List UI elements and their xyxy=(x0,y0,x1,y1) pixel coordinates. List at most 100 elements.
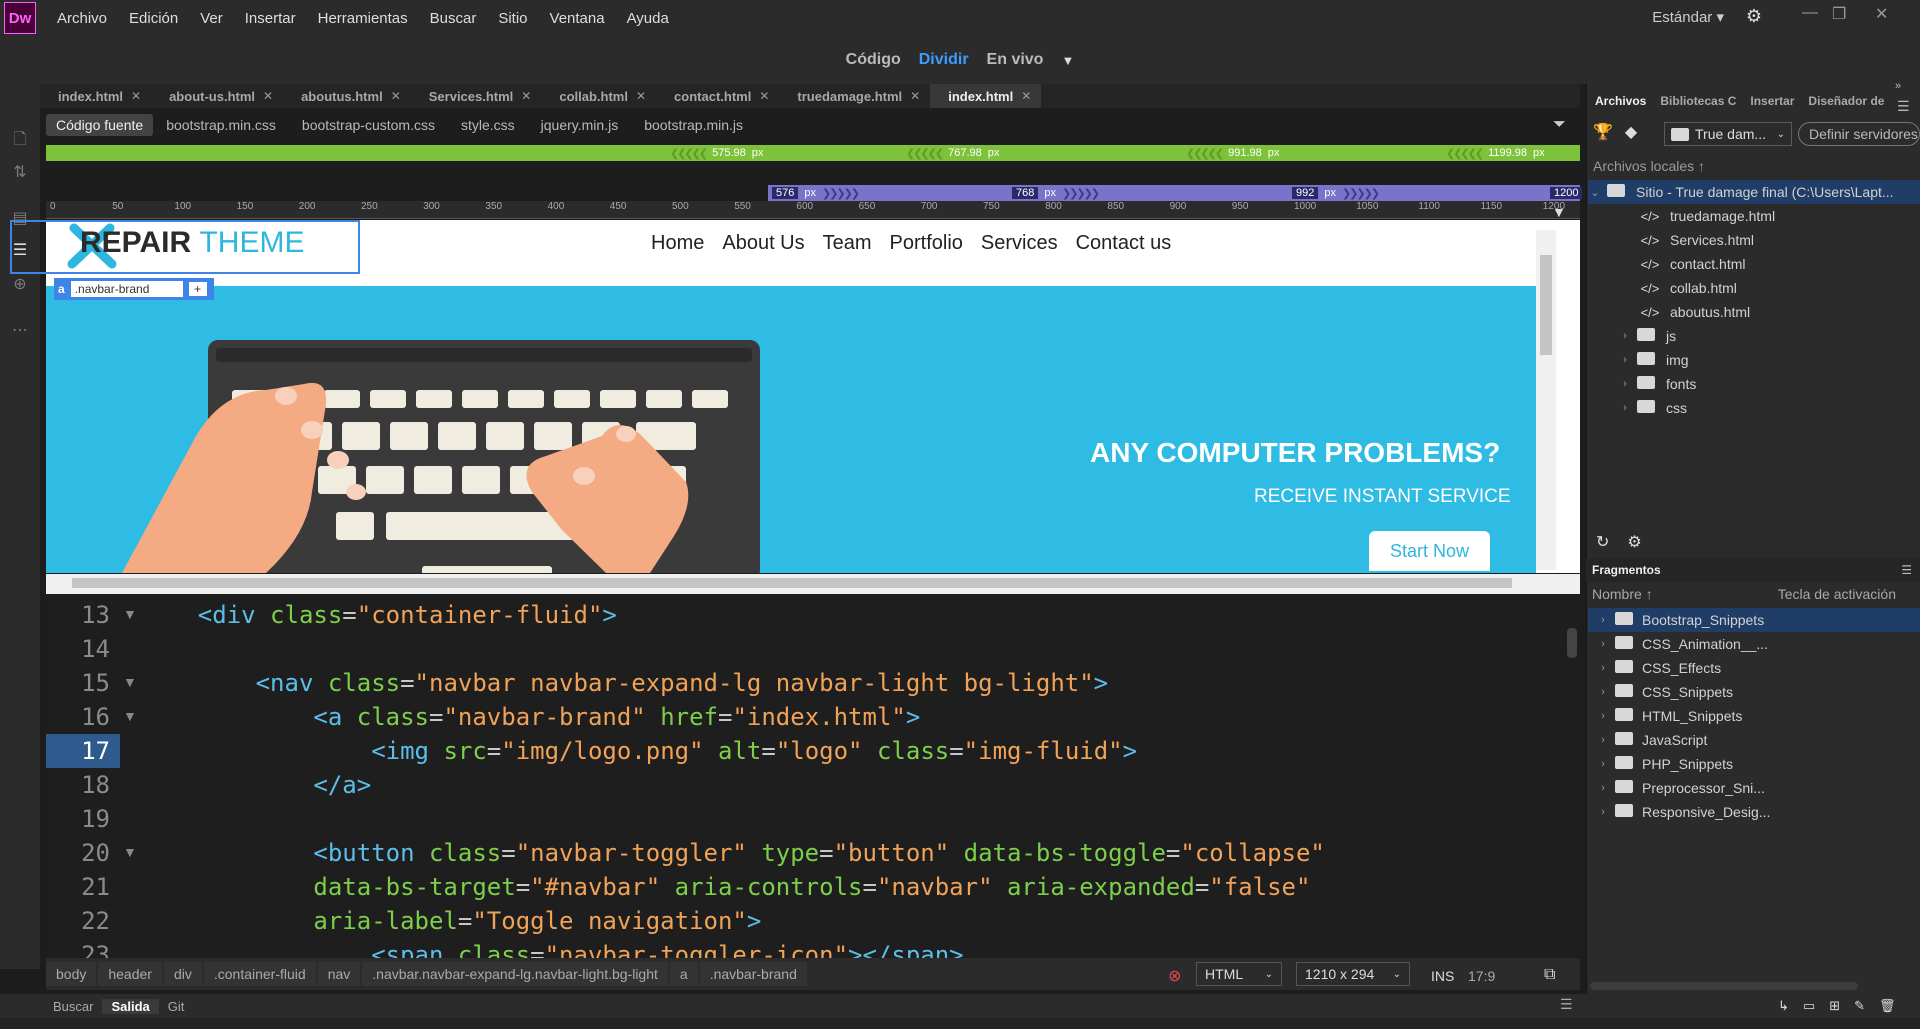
snippet-folder[interactable]: › PHP_Snippets xyxy=(1588,752,1920,776)
menu-ventana[interactable]: Ventana xyxy=(539,10,616,27)
chevron-right-icon[interactable]: › xyxy=(1596,758,1610,770)
workspace-switcher[interactable]: Estándar ▾ xyxy=(1652,8,1724,26)
local-files-header[interactable]: Archivos locales ↑ xyxy=(1593,158,1705,174)
close-icon[interactable]: ✕ xyxy=(263,89,273,103)
file-item[interactable]: </> collab.html xyxy=(1588,276,1920,300)
line-number[interactable]: 21 xyxy=(46,870,120,904)
tag-selector-body[interactable]: body xyxy=(46,962,97,986)
related-file[interactable]: bootstrap-custom.css xyxy=(289,117,448,133)
chevron-right-icon[interactable]: › xyxy=(1596,614,1610,626)
close-icon[interactable]: ✕ xyxy=(1875,4,1888,24)
view-live-button[interactable]: En vivo xyxy=(987,51,1044,69)
delete-icon[interactable]: 🗑 xyxy=(1879,998,1896,1014)
nav-about[interactable]: About Us xyxy=(722,232,804,255)
snippet-folder[interactable]: › Preprocessor_Sni... xyxy=(1588,776,1920,800)
target-icon[interactable]: ⊕ xyxy=(10,274,30,294)
element-hud[interactable]: a .navbar-brand + xyxy=(54,278,214,300)
define-servers-button[interactable]: Definir servidores xyxy=(1798,122,1920,146)
manage-sites-icon[interactable]: 🏆 xyxy=(1593,122,1613,142)
chevron-right-icon[interactable]: › xyxy=(1596,662,1610,674)
close-icon[interactable]: ✕ xyxy=(636,89,646,103)
column-name[interactable]: Nombre ↑ xyxy=(1586,586,1653,602)
new-snippet-icon[interactable]: ⊞ xyxy=(1829,998,1840,1014)
tab-disenador[interactable]: Diseñador de xyxy=(1801,94,1891,108)
menu-ver[interactable]: Ver xyxy=(189,10,234,27)
code-line[interactable]: <nav class="navbar navbar-expand-lg navb… xyxy=(140,666,1109,700)
line-number[interactable]: 18 xyxy=(46,768,120,802)
file-item[interactable]: </> truedamage.html xyxy=(1588,204,1920,228)
site-select[interactable]: True dam... ⌄ xyxy=(1664,122,1792,146)
menu-archivo[interactable]: Archivo xyxy=(46,10,118,27)
close-icon[interactable]: ✕ xyxy=(391,89,401,103)
fold-toggle-icon[interactable]: ▼ xyxy=(123,674,137,690)
snippet-folder[interactable]: › CSS_Snippets xyxy=(1588,680,1920,704)
view-dropdown-icon[interactable]: ▼ xyxy=(1061,53,1074,68)
tab-insertar[interactable]: Insertar xyxy=(1743,94,1801,108)
panel-menu-icon[interactable]: ☰ xyxy=(1560,996,1573,1013)
menu-ayuda[interactable]: Ayuda xyxy=(616,10,680,27)
close-icon[interactable]: ✕ xyxy=(759,89,769,103)
nav-services[interactable]: Services xyxy=(981,232,1058,255)
mq-max-2[interactable]: ❮❮❮❮❮ 767.98 px xyxy=(906,145,999,161)
window-size-select[interactable]: 1210 x 294 ⌄ xyxy=(1296,962,1410,986)
menu-buscar[interactable]: Buscar xyxy=(419,10,488,27)
tag-selector-nav[interactable]: nav xyxy=(317,962,361,986)
related-file[interactable]: bootstrap.min.js xyxy=(631,117,756,133)
tag-selector-container[interactable]: .container-fluid xyxy=(203,962,316,986)
menu-edicion[interactable]: Edición xyxy=(118,10,189,27)
live-horizontal-scroll-thumb[interactable] xyxy=(72,578,1512,588)
new-file-icon[interactable]: 🗋 xyxy=(10,128,30,148)
folder-item[interactable]: › fonts xyxy=(1588,372,1920,396)
snippet-folder[interactable]: › CSS_Animation__... xyxy=(1588,632,1920,656)
document-type-select[interactable]: HTML ⌄ xyxy=(1196,962,1282,986)
tab-archivos[interactable]: Archivos xyxy=(1588,94,1653,108)
line-number[interactable]: 20 xyxy=(46,836,120,870)
file-item[interactable]: </> contact.html xyxy=(1588,252,1920,276)
edit-snippet-icon[interactable]: ✎ xyxy=(1854,998,1865,1014)
tab-collab[interactable]: collab.html ✕ xyxy=(541,84,656,108)
mq-min-4[interactable]: 1200 xyxy=(1546,185,1583,201)
tab-aboutus[interactable]: aboutus.html ✕ xyxy=(283,84,411,108)
resize-handle-icon[interactable]: ▼ xyxy=(1552,204,1566,220)
related-file[interactable]: style.css xyxy=(448,117,528,133)
chevron-right-icon[interactable]: › xyxy=(1618,378,1632,390)
mq-max-4[interactable]: ❮❮❮❮❮ 1199.98 px xyxy=(1446,145,1545,161)
related-file[interactable]: bootstrap.min.css xyxy=(153,117,289,133)
code-line[interactable]: aria-label="Toggle navigation"> xyxy=(140,904,761,938)
menu-herramientas[interactable]: Herramientas xyxy=(307,10,419,27)
fold-toggle-icon[interactable]: ▼ xyxy=(123,708,137,724)
mq-min-2[interactable]: 768 px ❯❯❯❯❯ xyxy=(1008,185,1100,201)
snippets-scrollbar[interactable] xyxy=(1590,982,1858,990)
nav-portfolio[interactable]: Portfolio xyxy=(890,232,963,255)
snippet-folder[interactable]: › CSS_Effects xyxy=(1588,656,1920,680)
chevron-right-icon[interactable]: › xyxy=(1596,686,1610,698)
tag-selector-header[interactable]: header xyxy=(98,962,162,986)
media-query-bar-max[interactable]: ❮❮❮❮❮ 575.98 px ❮❮❮❮❮ 767.98 px ❮❮❮❮❮ 991.98 p… xyxy=(46,145,1580,161)
insert-snippet-icon[interactable]: ↳ xyxy=(1778,998,1789,1014)
chevron-right-icon[interactable]: › xyxy=(1596,806,1610,818)
tab-contact[interactable]: contact.html ✕ xyxy=(656,84,779,108)
chevron-right-icon[interactable]: › xyxy=(1618,330,1632,342)
tab-services[interactable]: Services.html ✕ xyxy=(411,84,542,108)
snippet-folder[interactable]: › HTML_Snippets xyxy=(1588,704,1920,728)
column-key[interactable]: Tecla de activación xyxy=(1778,586,1920,602)
line-number[interactable]: 19 xyxy=(46,802,120,836)
tab-about-us[interactable]: about-us.html ✕ xyxy=(151,84,283,108)
media-query-bar-min[interactable]: 576 px ❯❯❯❯❯ 768 px ❯❯❯❯❯ 992 px ❯❯❯❯❯ 1200 xyxy=(768,185,1583,201)
panel-collapse-icon[interactable]: » xyxy=(1895,80,1901,92)
live-vertical-scroll-thumb[interactable] xyxy=(1540,255,1552,355)
line-number[interactable]: 22 xyxy=(46,904,120,938)
folder-item[interactable]: › img xyxy=(1588,348,1920,372)
sync-settings-icon[interactable]: ⚙ xyxy=(1746,6,1762,27)
start-now-button[interactable]: Start Now xyxy=(1369,531,1490,571)
nav-team[interactable]: Team xyxy=(823,232,872,255)
site-root[interactable]: ⌄ Sitio - True damage final (C:\Users\Lap… xyxy=(1588,180,1920,204)
minimize-icon[interactable]: — xyxy=(1802,4,1818,22)
line-number[interactable]: 13 xyxy=(46,598,120,632)
tab-bibliotecas[interactable]: Bibliotecas C xyxy=(1653,94,1743,108)
code-scroll-thumb[interactable] xyxy=(1567,628,1577,658)
snippet-folder[interactable]: › JavaScript xyxy=(1588,728,1920,752)
view-split-button[interactable]: Dividir xyxy=(919,51,969,69)
close-icon[interactable]: ✕ xyxy=(521,89,531,103)
related-file[interactable]: jquery.min.js xyxy=(528,117,632,133)
